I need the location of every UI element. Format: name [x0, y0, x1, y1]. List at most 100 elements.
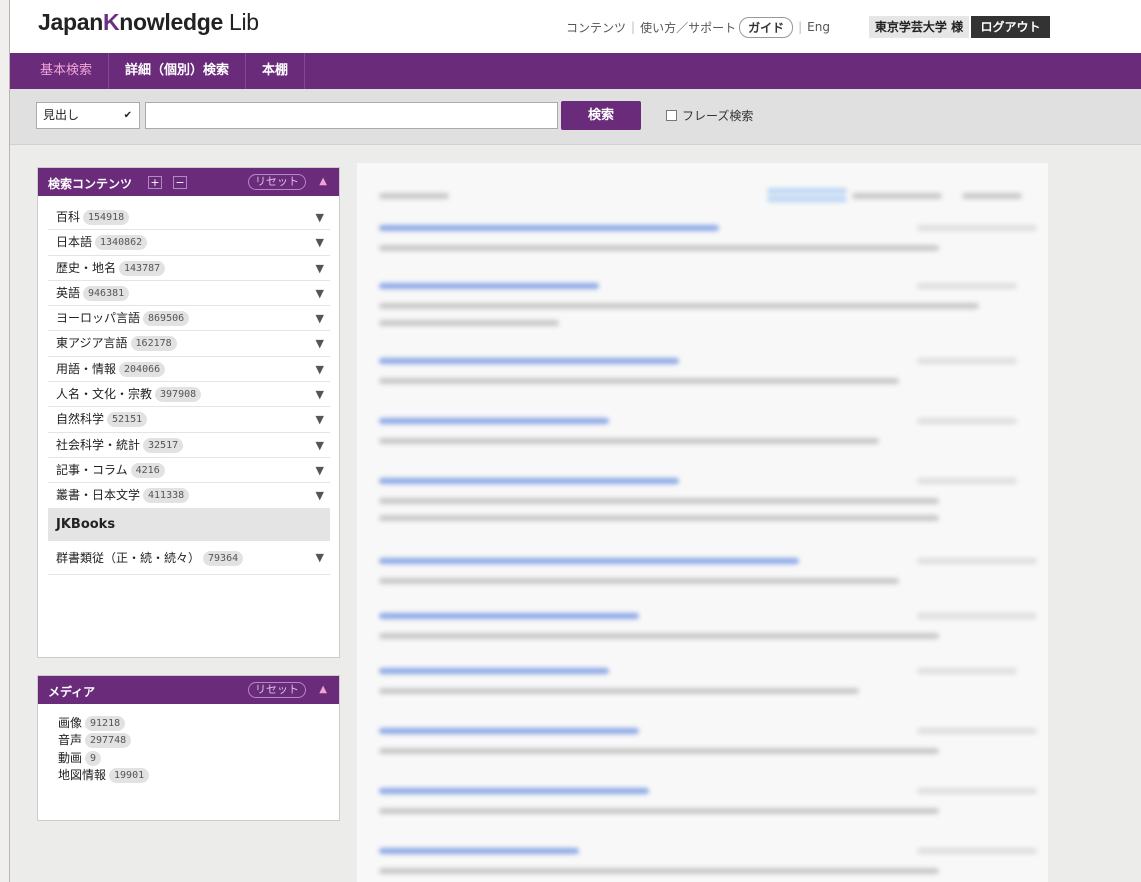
blurred-text [379, 728, 639, 734]
tab-basic-search[interactable]: 基本検索 [10, 53, 110, 89]
phrase-search-option[interactable]: フレーズ検索 [666, 107, 753, 124]
search-bar: 見出し ✔ 検索 フレーズ検索 [10, 89, 1141, 145]
phrase-checkbox[interactable] [666, 110, 677, 121]
expand-arrow-icon[interactable]: ▼ [316, 357, 324, 382]
count-badge: 9 [85, 750, 102, 766]
content-category-item[interactable]: 叢書・日本文学 411338 ▼ [48, 483, 330, 509]
blurred-text [917, 418, 1017, 424]
category-label: 歴史・地名 [56, 260, 117, 275]
blurred-text [379, 613, 639, 619]
count-badge: 946381 [83, 285, 130, 301]
contents-reset-button[interactable]: リセット [248, 174, 306, 190]
blurred-text [379, 283, 599, 289]
blurred-text [379, 558, 799, 564]
organization-label: 東京学芸大学 様 [869, 16, 969, 38]
content-category-item[interactable]: 人名・文化・宗教 397908 ▼ [48, 382, 330, 408]
content-category-item[interactable]: 英語 946381 ▼ [48, 281, 330, 307]
results-area [357, 163, 1048, 882]
expand-arrow-icon[interactable]: ▼ [316, 205, 324, 230]
category-label: 自然科学 [56, 412, 105, 427]
expand-all-icon[interactable]: + [148, 176, 162, 189]
content-category-item[interactable]: 東アジア言語 162178 ▼ [48, 331, 330, 357]
contents-panel-header: 検索コンテンツ + − リセット ▲ [38, 168, 339, 196]
content-category-item[interactable]: 社会科学・統計 32517 ▼ [48, 433, 330, 458]
content-category-item[interactable]: 記事・コラム 4216 ▼ [48, 458, 330, 484]
media-item[interactable]: 地図情報 19901 [58, 767, 150, 783]
jkbooks-item[interactable]: 群書類従（正・続・続々） 79364 ▼ [48, 541, 330, 575]
tab-advanced-search[interactable]: 詳細（個別）検索 [109, 53, 247, 89]
blurred-text [379, 193, 449, 199]
content-category-item[interactable]: 用語・情報 204066 ▼ [48, 357, 330, 383]
blurred-text [379, 668, 609, 674]
count-badge: 143787 [119, 260, 166, 276]
media-item[interactable]: 動画 9 [58, 750, 149, 766]
blurred-text [379, 478, 679, 484]
link-divider: | [798, 20, 803, 34]
contents-link[interactable]: コンテンツ [566, 19, 626, 36]
logout-button[interactable]: ログアウト [971, 16, 1050, 38]
media-item[interactable]: 音声 297748 [58, 732, 149, 749]
main-nav: 基本検索 詳細（個別）検索 本棚 [10, 53, 1141, 89]
content-category-item[interactable]: 百科 154918 ▼ [48, 205, 330, 231]
count-badge: 297748 [85, 733, 132, 749]
expand-arrow-icon[interactable]: ▼ [316, 382, 324, 407]
expand-arrow-icon[interactable]: ▼ [316, 483, 324, 508]
guide-button[interactable]: ガイド [739, 16, 794, 38]
count-badge: 397908 [155, 387, 202, 403]
collapse-panel-icon[interactable]: ▲ [319, 176, 327, 187]
logo[interactable]: JapanKnowledge Lib [38, 9, 259, 36]
media-reset-button[interactable]: リセット [248, 682, 306, 698]
tab-bookshelf[interactable]: 本棚 [246, 53, 306, 89]
category-label: 群書類従（正・続・続々） [56, 550, 201, 565]
contents-panel: 検索コンテンツ + − リセット ▲ 百科 154918 ▼ 日本語 1340862 ▼ 歴… [37, 167, 340, 658]
category-label: 百科 [56, 210, 81, 224]
content-category-item[interactable]: ヨーロッパ言語 869506 ▼ [48, 306, 330, 332]
expand-arrow-icon[interactable]: ▼ [316, 433, 324, 458]
utility-links: コンテンツ | 使い方／サポート ガイド | Eng [566, 16, 830, 38]
count-badge: 4216 [130, 462, 165, 478]
blurred-text [917, 225, 1037, 231]
blurred-text [917, 788, 1037, 794]
count-badge: 91218 [85, 716, 126, 731]
content-category-item[interactable]: 日本語 1340862 ▼ [48, 230, 330, 256]
expand-arrow-icon[interactable]: ▼ [316, 306, 324, 331]
blurred-text [379, 688, 859, 694]
blurred-text [379, 378, 899, 384]
category-label: 用語・情報 [56, 361, 117, 376]
search-input[interactable] [145, 102, 558, 129]
content-category-item[interactable]: 歴史・地名 143787 ▼ [48, 256, 330, 281]
media-label: 動画 [58, 750, 83, 765]
media-panel-header: メディア リセット ▲ [38, 676, 339, 704]
english-link[interactable]: Eng [807, 20, 830, 34]
count-badge: 162178 [130, 336, 177, 352]
count-badge: 204066 [119, 361, 166, 377]
expand-arrow-icon[interactable]: ▼ [316, 256, 324, 281]
expand-arrow-icon[interactable]: ▼ [316, 541, 324, 575]
contents-panel-title: 検索コンテンツ [48, 177, 133, 191]
expand-arrow-icon[interactable]: ▼ [316, 458, 324, 483]
blurred-text [379, 438, 879, 444]
media-label: 音声 [58, 733, 83, 748]
content-list: 百科 154918 ▼ 日本語 1340862 ▼ 歴史・地名 143787 ▼ 英語 946381… [48, 205, 330, 575]
blurred-text [379, 498, 939, 504]
blurred-text [917, 668, 1017, 674]
search-field-select[interactable]: 見出し ✔ [36, 102, 140, 129]
blurred-text [379, 788, 649, 794]
category-label: 日本語 [56, 235, 93, 250]
expand-arrow-icon[interactable]: ▼ [316, 281, 324, 306]
blurred-text [379, 848, 579, 854]
usage-support-link[interactable]: 使い方／サポート [640, 19, 736, 36]
blurred-text [379, 225, 719, 231]
collapse-all-icon[interactable]: − [173, 176, 187, 189]
search-button[interactable]: 検索 [561, 101, 641, 130]
expand-arrow-icon[interactable]: ▼ [316, 407, 324, 432]
count-badge: 19901 [109, 767, 150, 783]
media-label: 画像 [58, 716, 83, 730]
phrase-search-label: フレーズ検索 [682, 109, 754, 123]
collapse-panel-icon[interactable]: ▲ [319, 684, 327, 695]
blurred-text [917, 728, 1037, 734]
expand-arrow-icon[interactable]: ▼ [316, 230, 324, 255]
content-category-item[interactable]: 自然科学 52151 ▼ [48, 407, 330, 433]
media-item[interactable]: 画像 91218 [58, 715, 149, 731]
expand-arrow-icon[interactable]: ▼ [316, 331, 324, 356]
